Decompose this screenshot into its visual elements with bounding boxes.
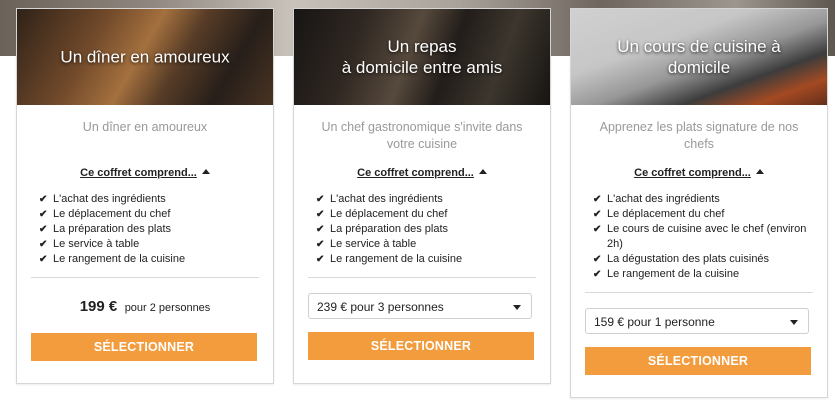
persons-select[interactable]: 159 € pour 1 personne (585, 308, 809, 334)
chevron-down-icon (790, 320, 798, 325)
check-icon: ✔ (316, 224, 325, 235)
coffret-toggle[interactable]: Ce coffret comprend... (294, 167, 550, 179)
features-list: ✔ L'achat des ingrédients ✔ Le déplacement… (593, 192, 813, 282)
check-icon: ✔ (39, 194, 48, 205)
check-icon: ✔ (39, 209, 48, 220)
offer-card-diner-amoureux: Un dîner en amoureux Un dîner en amoureu… (16, 8, 274, 384)
divider (31, 277, 259, 278)
coffret-toggle-label[interactable]: Ce coffret comprend... (357, 167, 474, 179)
list-item: ✔ Le rangement de la cuisine (316, 253, 463, 265)
offer-photo-title: Un repas à domicile entre amis (341, 37, 503, 77)
list-item: ✔ L'achat des ingrédients (39, 193, 166, 205)
price-persons: pour 2 personnes (124, 302, 211, 314)
list-item: ✔ La préparation des plats (39, 223, 172, 235)
check-icon: ✔ (593, 209, 602, 220)
select-button[interactable]: SÉLECTIONNER (585, 347, 811, 375)
persons-select-value: 159 € pour 1 personne (594, 315, 715, 329)
features-list: ✔ L'achat des ingrédients ✔ Le déplacement… (316, 192, 536, 267)
divider (585, 292, 813, 293)
persons-select[interactable]: 239 € pour 3 personnes (308, 293, 532, 319)
check-icon: ✔ (593, 269, 602, 280)
list-item: ✔ La dégustation des plats cuisinés (593, 253, 770, 265)
list-item: ✔ Le rangement de la cuisine (593, 268, 740, 280)
check-icon: ✔ (316, 194, 325, 205)
list-item: ✔ Le cours de cuisine avec le chef (envir… (593, 223, 807, 250)
caret-up-icon (201, 169, 210, 174)
check-icon: ✔ (39, 254, 48, 265)
coffret-toggle[interactable]: Ce coffret comprend... (17, 167, 273, 179)
check-icon: ✔ (39, 239, 48, 250)
features-list: ✔ L'achat des ingrédients ✔ Le déplacement… (39, 192, 259, 267)
list-item: ✔ Le rangement de la cuisine (39, 253, 186, 265)
divider (308, 277, 536, 278)
offer-photo-title: Un cours de cuisine à domicile (617, 37, 781, 77)
check-icon: ✔ (316, 209, 325, 220)
price: 199 € pour 2 personnes (17, 298, 273, 316)
list-item: ✔ L'achat des ingrédients (316, 193, 443, 205)
list-item: ✔ Le déplacement du chef (593, 208, 725, 220)
persons-select-value: 239 € pour 3 personnes (317, 300, 444, 314)
list-item: ✔ Le déplacement du chef (39, 208, 171, 220)
coffret-toggle-label[interactable]: Ce coffret comprend... (80, 167, 197, 179)
chevron-down-icon (513, 305, 521, 310)
check-icon: ✔ (593, 194, 602, 205)
check-icon: ✔ (316, 239, 325, 250)
list-item: ✔ Le service à table (39, 238, 140, 250)
offer-photo: Un dîner en amoureux (17, 9, 273, 105)
offer-subtitle: Un dîner en amoureux (82, 120, 208, 134)
list-item: ✔ L'achat des ingrédients (593, 193, 720, 205)
coffret-toggle-label[interactable]: Ce coffret comprend... (634, 167, 751, 179)
offer-subtitle: Apprenez les plats signature de nos chef… (599, 120, 799, 151)
list-item: ✔ Le service à table (316, 238, 417, 250)
offer-card-repas-amis: Un repas à domicile entre amis Un chef g… (293, 8, 551, 384)
caret-up-icon (478, 169, 487, 174)
check-icon: ✔ (593, 224, 602, 235)
offer-photo: Un repas à domicile entre amis (294, 9, 550, 105)
offer-photo: Un cours de cuisine à domicile (571, 9, 827, 105)
select-button[interactable]: SÉLECTIONNER (308, 332, 534, 360)
caret-up-icon (755, 169, 764, 174)
offer-photo-title: Un dîner en amoureux (60, 47, 230, 67)
offer-card-cours-cuisine: Un cours de cuisine à domicile Apprenez … (570, 8, 828, 398)
select-button[interactable]: SÉLECTIONNER (31, 333, 257, 361)
check-icon: ✔ (39, 224, 48, 235)
check-icon: ✔ (316, 254, 325, 265)
coffret-toggle[interactable]: Ce coffret comprend... (571, 167, 827, 179)
price-amount: 199 € (79, 298, 118, 315)
list-item: ✔ Le déplacement du chef (316, 208, 448, 220)
list-item: ✔ La préparation des plats (316, 223, 449, 235)
check-icon: ✔ (593, 254, 602, 265)
offer-subtitle: Un chef gastronomique s'invite dans votr… (321, 120, 523, 151)
